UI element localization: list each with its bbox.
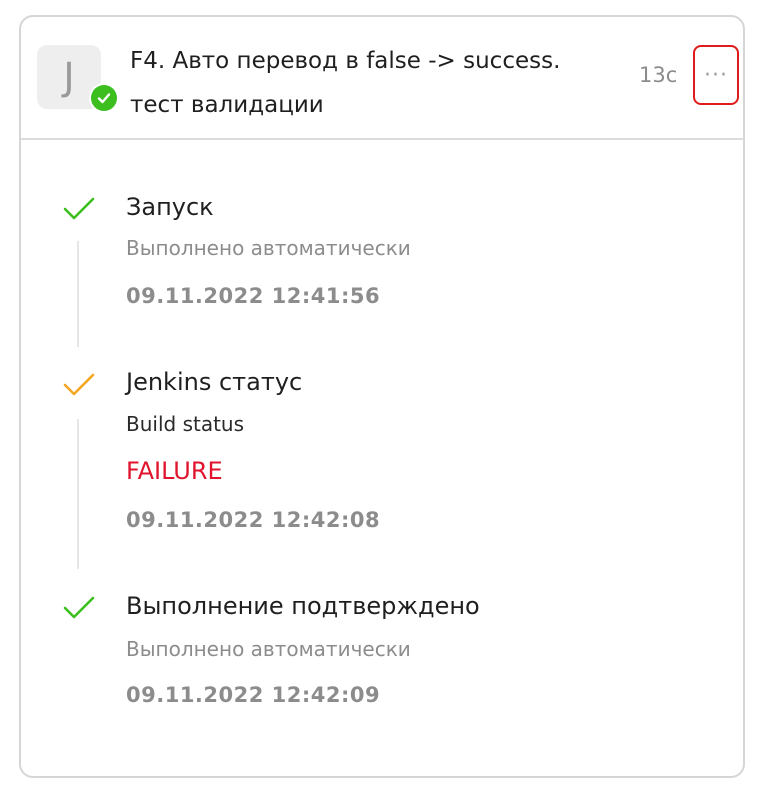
- timeline-connector: [77, 241, 79, 347]
- pipeline-card: J F4. Авто перевод в false -> success. т…: [19, 15, 745, 778]
- step-subtitle: Выполнено автоматически: [126, 637, 411, 661]
- avatar-letter: J: [63, 55, 75, 99]
- build-status-value: FAILURE: [126, 457, 223, 485]
- card-title: F4. Авто перевод в false -> success. тес…: [130, 39, 620, 127]
- card-header: J F4. Авто перевод в false -> success. т…: [21, 17, 743, 140]
- success-badge-icon: [89, 83, 119, 113]
- step-subtitle: Build status: [126, 412, 245, 436]
- step-title: Jenkins статус: [126, 368, 303, 396]
- more-dots-icon: ···: [704, 62, 728, 88]
- check-green-icon: [63, 197, 95, 220]
- step-title: Запуск: [126, 193, 214, 221]
- check-green-icon: [63, 596, 95, 619]
- step-timestamp: 09.11.2022 12:41:56: [126, 284, 381, 308]
- card-title-line2: тест валидации: [130, 92, 324, 118]
- step-title: Выполнение подтверждено: [126, 592, 480, 620]
- duration-label: 13с: [639, 63, 678, 87]
- timeline-connector: [77, 419, 79, 569]
- more-options-button[interactable]: ···: [693, 45, 739, 105]
- check-orange-icon: [63, 373, 95, 396]
- step-timestamp: 09.11.2022 12:42:08: [126, 508, 381, 532]
- step-timestamp: 09.11.2022 12:42:09: [126, 683, 381, 707]
- step-subtitle: Выполнено автоматически: [126, 236, 411, 260]
- card-title-line1: F4. Авто перевод в false -> success.: [130, 48, 561, 74]
